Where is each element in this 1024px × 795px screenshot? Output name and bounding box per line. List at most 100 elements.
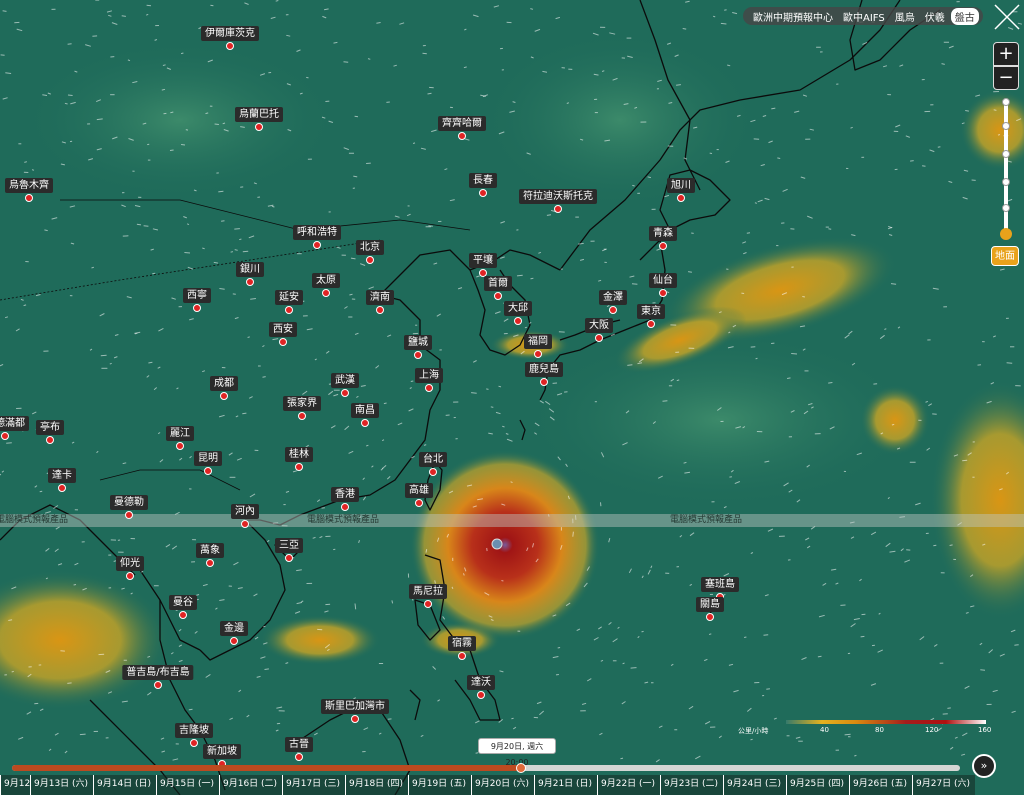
timeline-day[interactable]: 9月17日 (三) [282,775,345,795]
model-option-fuxi[interactable]: 伏羲 [921,8,949,25]
timeline-day[interactable]: 9月21日 (日) [534,775,597,795]
level-label[interactable]: 地面 [991,246,1019,266]
altitude-level-slider[interactable] [1000,98,1012,240]
city-dot-icon [230,637,238,645]
current-time-label: 9月20日, 週六 20:00 [478,738,556,767]
city-dot-icon [295,463,303,471]
city-dot-icon [458,652,466,660]
timeline-day[interactable]: 9月16日 (二) [219,775,282,795]
level-dot-icon[interactable] [1002,98,1010,106]
city-dot-icon [540,378,548,386]
legend-tick: 160 [978,726,992,734]
city-dot-icon [279,338,287,346]
model-notice-band: 電腦模式預報產品 電腦模式預報產品 電腦模式預報產品 [0,514,1024,527]
wind-speed-legend: 公里/小時 40 80 120 160 [738,718,994,736]
timeline-day[interactable]: 9月19日 (五) [408,775,471,795]
city-dot-icon [322,289,330,297]
city-dot-icon [220,392,228,400]
city-dot-icon [176,442,184,450]
city-dot-icon [255,123,263,131]
city-dot-icon [313,241,321,249]
timeline-day[interactable]: 9月24日 (三) [723,775,786,795]
timeline-day[interactable]: 9月26日 (五) [849,775,912,795]
timeline-day[interactable]: 9月12日 (五) [0,775,30,795]
zoom-out-button[interactable]: − [993,66,1019,90]
city-dot-icon [479,189,487,197]
level-dot-icon[interactable] [1002,150,1010,158]
play-forward-button[interactable]: » [972,754,996,778]
city-dot-icon [204,467,212,475]
city-dot-icon [595,334,603,342]
level-dot-icon[interactable] [1002,204,1010,212]
city-dot-icon [477,691,485,699]
city-dot-icon [424,600,432,608]
timeline-handle[interactable] [516,763,527,773]
city-dot-icon [514,317,522,325]
city-dot-icon [125,511,133,519]
city-dot-icon [361,419,369,427]
city-dot-icon [285,306,293,314]
city-dot-icon [241,520,249,528]
level-dot-icon[interactable] [1002,178,1010,186]
legend-tick: 80 [875,726,884,734]
city-dot-icon [25,194,33,202]
timeline-day[interactable]: 9月14日 (日) [93,775,156,795]
notice-text: 電腦模式預報產品 [670,515,743,525]
timeline-day[interactable]: 9月22日 (一) [597,775,660,795]
city-dot-icon [1,432,9,440]
city-dot-icon [659,289,667,297]
close-icon[interactable] [990,0,1024,34]
city-dot-icon [58,484,66,492]
timeline-day[interactable]: 9月18日 (四) [345,775,408,795]
legend-tick: 40 [820,726,829,734]
city-dot-icon [190,739,198,747]
city-dot-icon [366,256,374,264]
zoom-in-button[interactable]: + [993,42,1019,66]
city-dot-icon [659,242,667,250]
city-dot-icon [298,412,306,420]
notice-text: 電腦模式預報產品 [307,515,380,525]
model-option-ecmwf[interactable]: 歐洲中期預報中心 [749,8,837,25]
timeline-day[interactable]: 9月27日 (六) [912,775,975,795]
city-dot-icon [46,436,54,444]
city-dot-icon [193,304,201,312]
model-option-fengwu[interactable]: 風烏 [891,8,919,25]
timeline-track[interactable] [12,763,960,773]
timeline-day[interactable]: 9月23日 (二) [660,775,723,795]
city-dot-icon [206,559,214,567]
city-dot-icon [647,320,655,328]
timeline-day[interactable]: 9月20日 (六) [471,775,534,795]
model-option-pangu[interactable]: 盤古 [950,7,979,25]
city-dot-icon [609,306,617,314]
legend-unit: 公里/小時 [738,727,769,735]
city-dot-icon [415,499,423,507]
city-dot-icon [126,572,134,580]
legend-tick: 120 [925,726,939,734]
timeline-day[interactable]: 9月15日 (一) [156,775,219,795]
timeline-progress [12,765,522,771]
city-dot-icon [179,611,187,619]
city-dot-icon [677,194,685,202]
level-dot-icon[interactable] [1002,122,1010,130]
city-dot-icon [341,389,349,397]
city-dot-icon [295,753,303,761]
city-dot-icon [246,278,254,286]
legend-color-bar [786,720,986,724]
model-option-aifs[interactable]: 歐中AIFS [839,8,889,25]
city-dot-icon [706,613,714,621]
city-dot-icon [554,205,562,213]
city-dot-icon [154,681,162,689]
city-dot-icon [429,468,437,476]
timeline-day[interactable]: 9月25日 (四) [786,775,849,795]
model-selector: 歐洲中期預報中心 歐中AIFS 風烏 伏羲 盤古 [743,7,983,25]
city-dot-icon [425,384,433,392]
timeline-day[interactable]: 9月13日 (六) [30,775,93,795]
city-dot-icon [341,503,349,511]
city-dot-icon [534,350,542,358]
city-dot-icon [285,554,293,562]
level-slider-knob[interactable] [1000,228,1012,240]
city-dot-icon [494,292,502,300]
city-dot-icon [351,715,359,723]
city-dot-icon [226,42,234,50]
city-dot-icon [376,306,384,314]
